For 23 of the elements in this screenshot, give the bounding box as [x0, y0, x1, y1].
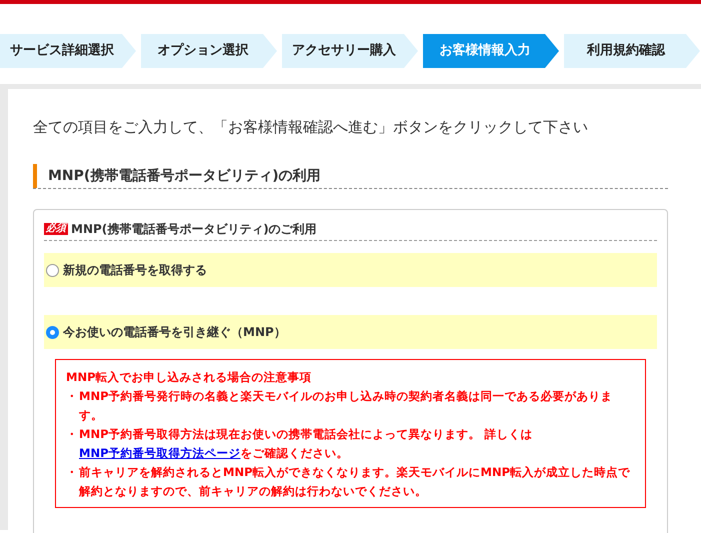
bullet: ・	[66, 388, 79, 405]
radio-button[interactable]	[46, 326, 59, 338]
notice-item: 前キャリアを解約されるとMNP転入ができなくなります。楽天モバイルにMNP転入が成立した時点で解約となりますので、前キャリアの解約は行わないでください。	[79, 464, 631, 500]
notice-item: MNP予約番号取得方法は現在お使いの携帯電話会社によって異なります。 詳しくは MNP予約番号取得方法ページをご確認ください。	[79, 426, 534, 462]
radio-option[interactable]: 新規の電話番号を取得する	[44, 253, 657, 287]
link[interactable]: MNP予約番号取得方法ページ	[79, 446, 240, 460]
step-tab[interactable]: オプション選択	[141, 34, 277, 68]
step-tab[interactable]: サービス詳細選択	[0, 34, 136, 68]
step-tab[interactable]: 利用規約確認	[564, 34, 700, 68]
radio-button[interactable]	[46, 264, 59, 276]
field-label: MNP(携帯電話番号ポータビリティ)のご利用	[71, 221, 317, 238]
required-badge: 必須	[44, 223, 68, 235]
notice-item: MNP予約番号発行時の名義と楽天モバイルのお申し込み時の契約者名義は同一である必要があります。	[79, 388, 614, 424]
instruction-text: 全ての項目をご入力して、「お客様情報確認へ進む」ボタンをクリックして下さい	[33, 117, 589, 138]
section-heading: MNP(携帯電話番号ポータビリティ)の利用	[47, 167, 321, 186]
heading-accent-bar	[33, 164, 37, 188]
option-label: 新規の電話番号を取得する	[63, 262, 207, 279]
option-label: 今お使いの電話番号を引き継ぐ（MNP）	[63, 324, 286, 341]
step-tab[interactable]: アクセサリー購入	[282, 34, 418, 68]
notice-title: MNP転入でお申し込みされる場合の注意事項	[66, 369, 312, 386]
radio-option[interactable]: 今お使いの電話番号を引き継ぐ（MNP）	[44, 315, 657, 349]
bullet: ・	[66, 426, 79, 443]
bullet: ・	[66, 464, 79, 481]
